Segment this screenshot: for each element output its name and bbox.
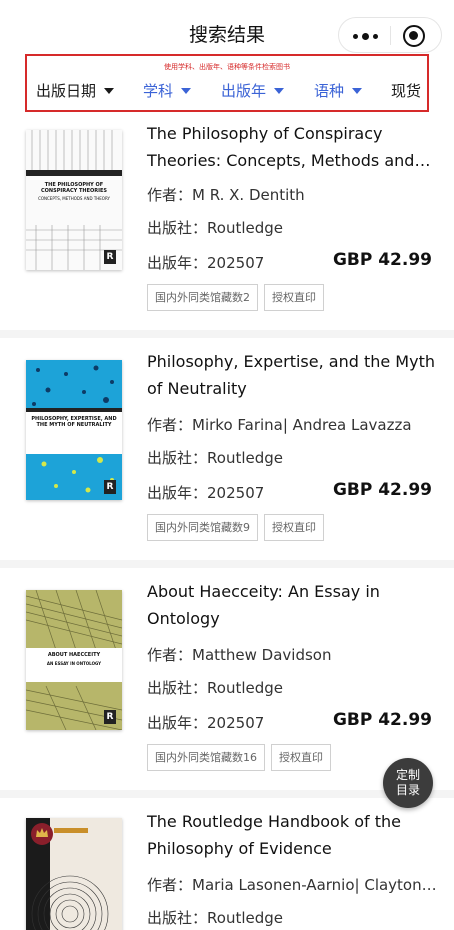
capsule-divider	[390, 26, 391, 45]
book-cover: THE PHILOSOPHY OF CONSPIRACY THEORIES CO…	[26, 130, 122, 270]
caret-down-icon	[274, 87, 285, 94]
book-year: 出版年：202507	[147, 484, 265, 502]
book-price: GBP 42.99	[332, 480, 432, 500]
book-card[interactable]: THE PHILOSOPHY OF CONSPIRACY THEORIES CO…	[0, 118, 454, 330]
filter-year[interactable]: 出版年	[221, 80, 285, 101]
filter-hint: 使用学科、出版年、语种等条件检索图书	[164, 63, 290, 71]
routledge-logo: R	[104, 480, 116, 494]
holdings-tag: 国内外同类馆藏数9	[147, 514, 258, 541]
filter-publish-date-label: 出版日期	[36, 82, 97, 100]
custom-catalog-label-1: 定制	[395, 768, 420, 782]
book-author: 作者：Maria Lasonen-Aarnio| Clayton…	[147, 876, 437, 894]
book-title[interactable]: The Philosophy of Conspiracy Theories: C…	[147, 120, 439, 174]
book-publisher: 出版社：Routledge	[147, 909, 283, 927]
cover-subtitle: CONCEPTS, METHODS AND THEORY	[38, 196, 110, 201]
mini-program-capsule	[338, 17, 442, 53]
book-price: GBP 42.99	[332, 710, 432, 730]
book-tags: 国内外同类馆藏数2 授权直印	[147, 284, 324, 311]
filter-language[interactable]: 语种	[314, 80, 363, 101]
book-year: 出版年：202507	[147, 254, 265, 272]
book-cover: PHILOSOPHY, EXPERTISE, AND THE MYTH OF N…	[26, 360, 122, 500]
cover-art	[26, 818, 109, 930]
book-title[interactable]: Philosophy, Expertise, and the Myth of N…	[147, 348, 439, 402]
filter-subject[interactable]: 学科	[143, 80, 192, 101]
book-publisher: 出版社：Routledge	[147, 219, 283, 237]
book-author: 作者：Mirko Farina| Andrea Lavazza	[147, 416, 412, 434]
cover-title: THE PHILOSOPHY OF CONSPIRACY THEORIES	[41, 182, 107, 194]
custom-catalog-label-2: 目录	[395, 783, 420, 797]
book-card[interactable]: The Routledge Handbook of the Philosophy…	[0, 798, 454, 930]
license-tag: 授权直印	[271, 744, 331, 771]
cover-title: ABOUT HAECCEITY	[47, 652, 101, 658]
holdings-tag: 国内外同类馆藏数2	[147, 284, 258, 311]
routledge-logo: R	[104, 710, 116, 724]
book-year: 出版年：202507	[147, 714, 265, 732]
book-publisher: 出版社：Routledge	[147, 449, 283, 467]
card-divider	[0, 330, 454, 338]
filter-subject-label: 学科	[143, 82, 174, 100]
caret-down-icon	[352, 87, 363, 94]
filter-language-label: 语种	[314, 82, 345, 100]
book-author: 作者：Matthew Davidson	[147, 646, 332, 664]
book-card[interactable]: PHILOSOPHY, EXPERTISE, AND THE MYTH OF N…	[0, 338, 454, 560]
book-price: GBP 42.99	[332, 250, 432, 270]
caret-down-icon	[104, 87, 115, 94]
license-tag: 授权直印	[264, 514, 324, 541]
license-tag: 授权直印	[264, 284, 324, 311]
nav-header: 搜索结果	[0, 0, 454, 54]
filter-in-stock[interactable]: 现货	[391, 80, 421, 101]
filter-year-label: 出版年	[221, 82, 267, 100]
card-divider	[0, 560, 454, 568]
custom-catalog-button[interactable]: 定制 目录	[383, 758, 433, 808]
target-icon[interactable]	[403, 25, 425, 47]
more-dots-icon[interactable]	[349, 26, 381, 46]
caret-down-icon	[181, 87, 192, 94]
filter-bar: 使用学科、出版年、语种等条件检索图书 出版日期 学科 出版年 语种 现货	[25, 54, 429, 112]
routledge-logo: R	[104, 250, 116, 264]
book-cover	[26, 818, 122, 930]
book-title[interactable]: The Routledge Handbook of the Philosophy…	[147, 808, 439, 862]
filter-in-stock-label: 现货	[391, 82, 422, 100]
cover-subtitle: AN ESSAY IN ONTOLOGY	[46, 661, 102, 666]
book-tags: 国内外同类馆藏数9 授权直印	[147, 514, 324, 541]
cover-title: PHILOSOPHY, EXPERTISE, AND THE MYTH OF N…	[31, 416, 117, 428]
book-title[interactable]: About Haecceity: An Essay in Ontology	[147, 578, 439, 632]
book-author: 作者：M R. X. Dentith	[147, 186, 305, 204]
book-card[interactable]: ABOUT HAECCEITY AN ESSAY IN ONTOLOGY R A…	[0, 568, 454, 790]
book-tags: 国内外同类馆藏数16 授权直印	[147, 744, 331, 771]
filter-publish-date[interactable]: 出版日期	[36, 80, 115, 101]
book-publisher: 出版社：Routledge	[147, 679, 283, 697]
holdings-tag: 国内外同类馆藏数16	[147, 744, 265, 771]
book-cover: ABOUT HAECCEITY AN ESSAY IN ONTOLOGY R	[26, 590, 122, 730]
